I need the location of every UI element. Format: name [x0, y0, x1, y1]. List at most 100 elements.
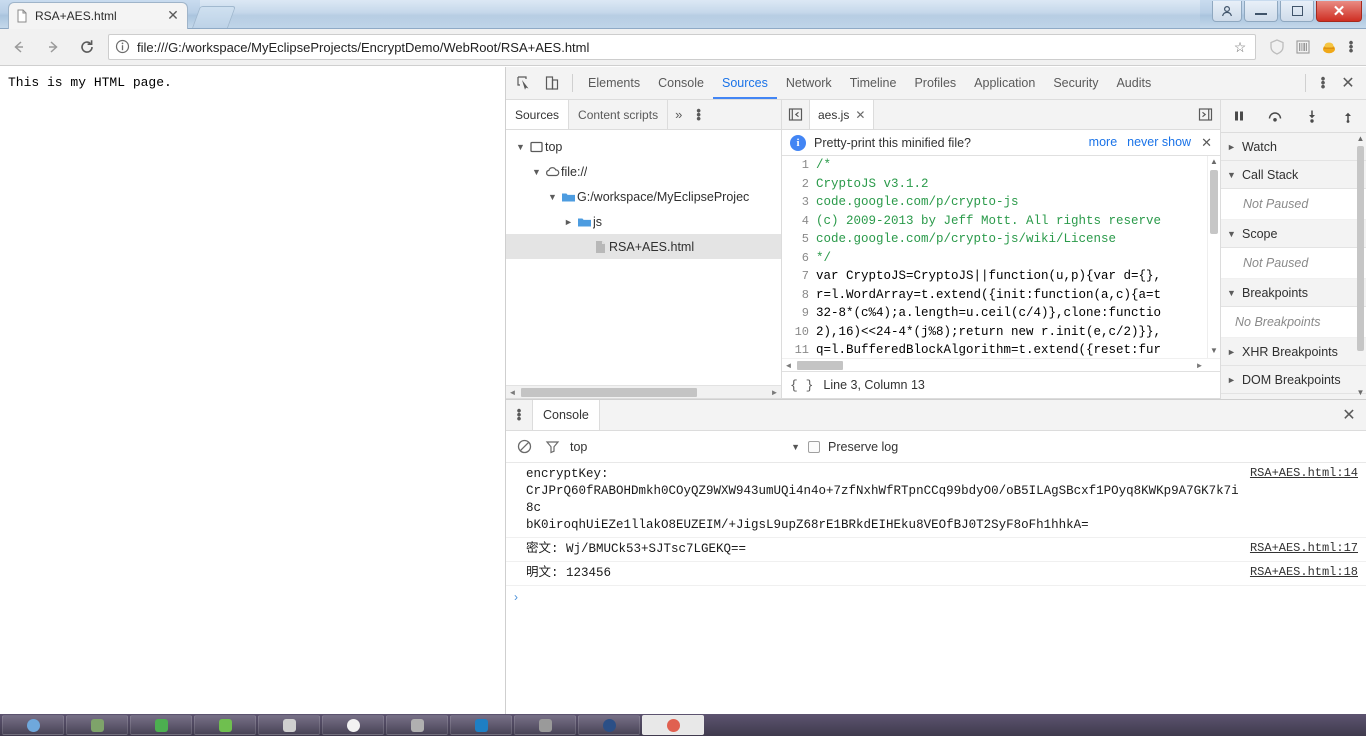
- section-header-dom-breakpoints[interactable]: ► DOM Breakpoints: [1221, 366, 1366, 394]
- barcode-icon[interactable]: [1290, 34, 1316, 60]
- drawer-menu-icon[interactable]: • • •: [506, 400, 532, 430]
- code-viewport[interactable]: 1 /* 2 CryptoJS v3.1.2 3 code.google.com/p/…: [782, 156, 1220, 371]
- scroll-right-icon[interactable]: ►: [1193, 361, 1206, 370]
- minimize-button[interactable]: [1244, 1, 1278, 22]
- step-over-icon[interactable]: [1263, 104, 1287, 128]
- scroll-right-icon[interactable]: ►: [768, 388, 781, 397]
- tab-network[interactable]: Network: [777, 67, 841, 99]
- code-vertical-scrollbar[interactable]: ▲ ▼: [1207, 156, 1220, 371]
- tab-elements[interactable]: Elements: [579, 67, 649, 99]
- window-close-button[interactable]: ✕: [1316, 1, 1362, 22]
- browser-tab[interactable]: RSA+AES.html ✕: [8, 2, 188, 29]
- section-header-breakpoints[interactable]: ▼ Breakpoints: [1221, 279, 1366, 307]
- address-bar[interactable]: file:///G:/workspace/MyEclipseProjects/E…: [108, 34, 1256, 60]
- chevron-right-icon[interactable]: ►: [1226, 347, 1237, 357]
- scrollbar-thumb[interactable]: [1210, 170, 1218, 234]
- navigator-overflow-icon[interactable]: »: [668, 100, 689, 129]
- forward-icon[interactable]: [38, 32, 68, 62]
- console-message[interactable]: 明文: 123456 RSA+AES.html:18: [506, 562, 1366, 586]
- drawer-close-icon[interactable]: ✕: [1332, 400, 1366, 430]
- section-header-call-stack[interactable]: ▼ Call Stack: [1221, 161, 1366, 189]
- tree-item-js-folder[interactable]: ► js: [506, 209, 781, 234]
- navigator-menu-icon[interactable]: • • •: [689, 100, 708, 129]
- chrome-menu-icon[interactable]: • • •: [1342, 36, 1366, 57]
- chevron-right-icon[interactable]: ►: [1226, 142, 1237, 152]
- section-header-watch[interactable]: ► Watch: [1221, 133, 1366, 161]
- taskbar-item[interactable]: [514, 715, 576, 735]
- taskbar-item[interactable]: [66, 715, 128, 735]
- chevron-down-icon[interactable]: ▼: [791, 442, 800, 452]
- scroll-down-icon[interactable]: ▼: [1210, 345, 1218, 357]
- console-input-row[interactable]: ›: [506, 586, 1366, 608]
- scroll-left-icon[interactable]: ◄: [506, 388, 519, 397]
- chevron-down-icon[interactable]: ▼: [1226, 288, 1237, 298]
- taskbar-item[interactable]: [642, 715, 704, 735]
- devtools-close-icon[interactable]: ✕: [1334, 73, 1362, 93]
- back-icon[interactable]: [4, 32, 34, 62]
- maximize-button[interactable]: [1280, 1, 1314, 22]
- console-message-source-link[interactable]: RSA+AES.html:14: [1250, 466, 1358, 480]
- chevron-down-icon[interactable]: ▼: [514, 142, 527, 152]
- shield-icon[interactable]: [1264, 34, 1290, 60]
- taskbar-item[interactable]: [258, 715, 320, 735]
- scrollbar-thumb[interactable]: [521, 387, 697, 397]
- scrollbar-thumb[interactable]: [1357, 146, 1364, 351]
- navigator-tab-content-scripts[interactable]: Content scripts: [569, 100, 669, 129]
- bookmark-star-icon[interactable]: ☆: [1231, 39, 1249, 56]
- close-icon[interactable]: ✕: [1201, 135, 1212, 151]
- tree-item-file-scheme[interactable]: ▼ file://: [506, 159, 781, 184]
- editor-tab-aes-js[interactable]: aes.js ✕: [810, 100, 875, 129]
- taskbar-item[interactable]: [578, 715, 640, 735]
- section-header-global-listeners[interactable]: ► Global Listeners: [1221, 394, 1366, 399]
- show-navigator-icon[interactable]: [782, 100, 810, 129]
- step-out-icon[interactable]: [1336, 104, 1360, 128]
- taskbar-item[interactable]: [130, 715, 192, 735]
- devtools-more-icon[interactable]: • • •: [1312, 72, 1334, 93]
- chevron-right-icon[interactable]: ►: [1226, 375, 1237, 385]
- tab-console[interactable]: Console: [649, 67, 713, 99]
- pretty-print-button[interactable]: { }: [790, 378, 813, 393]
- scroll-down-icon[interactable]: ▼: [1357, 387, 1365, 399]
- taskbar-item[interactable]: [450, 715, 512, 735]
- user-icon[interactable]: [1212, 1, 1242, 22]
- show-debugger-icon[interactable]: [1190, 100, 1220, 129]
- close-icon[interactable]: ✕: [855, 108, 865, 122]
- honey-icon[interactable]: [1316, 34, 1342, 60]
- console-context-select[interactable]: top ▼: [570, 440, 800, 454]
- console-message-source-link[interactable]: RSA+AES.html:17: [1250, 541, 1358, 555]
- filter-icon[interactable]: [542, 437, 562, 457]
- infobar-more-link[interactable]: more: [1089, 135, 1117, 151]
- chevron-down-icon[interactable]: ▼: [530, 167, 543, 177]
- tab-profiles[interactable]: Profiles: [905, 67, 965, 99]
- taskbar-item[interactable]: [2, 715, 64, 735]
- taskbar-item[interactable]: [322, 715, 384, 735]
- tab-application[interactable]: Application: [965, 67, 1044, 99]
- page-info-icon[interactable]: [115, 39, 131, 55]
- reload-icon[interactable]: [72, 32, 102, 62]
- console-message[interactable]: encryptKey: CrJPrQ60fRABOHDmkh0COyQZ9WXW…: [506, 463, 1366, 538]
- navigator-horizontal-scrollbar[interactable]: ◄ ►: [506, 385, 781, 398]
- scroll-left-icon[interactable]: ◄: [782, 361, 795, 370]
- close-icon[interactable]: ✕: [165, 8, 181, 24]
- tree-item-top[interactable]: ▼ top: [506, 134, 781, 159]
- console-message-source-link[interactable]: RSA+AES.html:18: [1250, 565, 1358, 579]
- device-toolbar-icon[interactable]: [538, 70, 566, 96]
- section-header-xhr-breakpoints[interactable]: ► XHR Breakpoints: [1221, 338, 1366, 366]
- taskbar-item[interactable]: [194, 715, 256, 735]
- scrollbar-thumb[interactable]: [797, 360, 843, 370]
- chevron-down-icon[interactable]: ▼: [546, 192, 559, 202]
- drawer-tab-console[interactable]: Console: [532, 400, 600, 430]
- pause-icon[interactable]: [1227, 104, 1251, 128]
- step-into-icon[interactable]: [1300, 104, 1324, 128]
- tab-audits[interactable]: Audits: [1107, 67, 1160, 99]
- chevron-down-icon[interactable]: ▼: [1226, 229, 1237, 239]
- inspect-icon[interactable]: [510, 70, 538, 96]
- code-horizontal-scrollbar[interactable]: ◄ ►: [782, 358, 1220, 371]
- tree-item-rsa-aes-html[interactable]: RSA+AES.html: [506, 234, 781, 259]
- scroll-up-icon[interactable]: ▲: [1210, 156, 1218, 168]
- tab-security[interactable]: Security: [1044, 67, 1107, 99]
- section-header-scope[interactable]: ▼ Scope: [1221, 220, 1366, 248]
- scroll-up-icon[interactable]: ▲: [1357, 133, 1365, 145]
- preserve-log-checkbox[interactable]: [808, 440, 820, 453]
- chevron-down-icon[interactable]: ▼: [1226, 170, 1237, 180]
